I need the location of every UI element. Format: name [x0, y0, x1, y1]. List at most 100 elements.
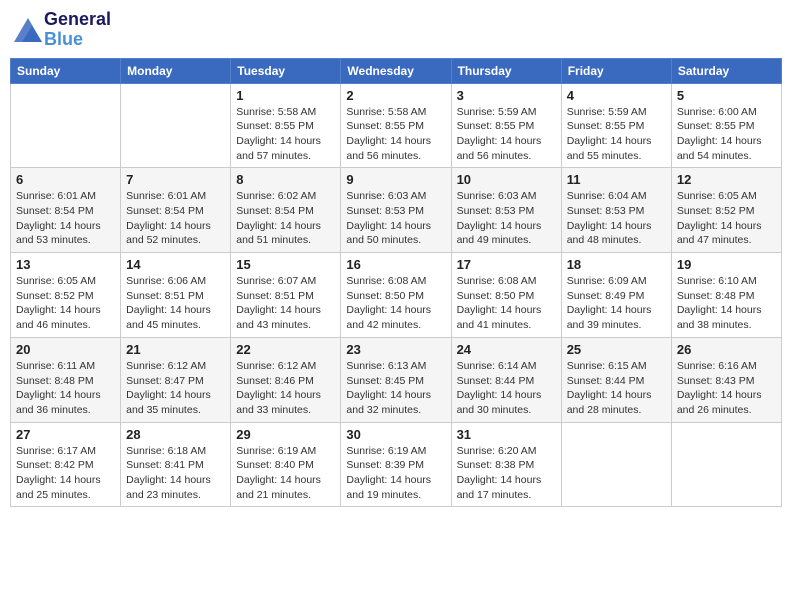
weekday-header-thursday: Thursday [451, 58, 561, 83]
day-number: 11 [567, 172, 666, 187]
day-detail: Sunrise: 6:11 AM Sunset: 8:48 PM Dayligh… [16, 359, 115, 418]
day-detail: Sunrise: 6:16 AM Sunset: 8:43 PM Dayligh… [677, 359, 776, 418]
day-detail: Sunrise: 6:13 AM Sunset: 8:45 PM Dayligh… [346, 359, 445, 418]
day-detail: Sunrise: 6:03 AM Sunset: 8:53 PM Dayligh… [457, 189, 556, 248]
day-number: 3 [457, 88, 556, 103]
calendar-cell: 19 Sunrise: 6:10 AM Sunset: 8:48 PM Dayli… [671, 253, 781, 338]
calendar-cell: 1Sunrise: 5:58 AM Sunset: 8:55 PM Daylig… [231, 83, 341, 168]
calendar-cell: 31Sunrise: 6:20 AM Sunset: 8:38 PM Dayli… [451, 422, 561, 507]
day-number: 7 [126, 172, 225, 187]
weekday-header-wednesday: Wednesday [341, 58, 451, 83]
day-detail: Sunrise: 5:59 AM Sunset: 8:55 PM Dayligh… [567, 105, 666, 164]
calendar-cell: 17 Sunrise: 6:08 AM Sunset: 8:50 PM Dayli… [451, 253, 561, 338]
day-detail: Sunrise: 5:58 AM Sunset: 8:55 PM Dayligh… [346, 105, 445, 164]
day-number: 23 [346, 342, 445, 357]
calendar-cell: 24 Sunrise: 6:14 AM Sunset: 8:44 PM Dayli… [451, 337, 561, 422]
calendar-cell: 22 Sunrise: 6:12 AM Sunset: 8:46 PM Dayli… [231, 337, 341, 422]
day-number: 18 [567, 257, 666, 272]
calendar-cell: 20Sunrise: 6:11 AM Sunset: 8:48 PM Dayli… [11, 337, 121, 422]
calendar-cell: 21 Sunrise: 6:12 AM Sunset: 8:47 PM Dayli… [121, 337, 231, 422]
day-detail: Sunrise: 6:19 AM Sunset: 8:39 PM Dayligh… [346, 444, 445, 503]
page-header: General Blue [10, 10, 782, 50]
day-number: 21 [126, 342, 225, 357]
day-number: 12 [677, 172, 776, 187]
day-detail: Sunrise: 6:01 AM Sunset: 8:54 PM Dayligh… [126, 189, 225, 248]
day-detail: Sunrise: 6:10 AM Sunset: 8:48 PM Dayligh… [677, 274, 776, 333]
day-detail: Sunrise: 5:58 AM Sunset: 8:55 PM Dayligh… [236, 105, 335, 164]
day-number: 25 [567, 342, 666, 357]
calendar-cell: 30 Sunrise: 6:19 AM Sunset: 8:39 PM Dayli… [341, 422, 451, 507]
day-number: 28 [126, 427, 225, 442]
day-detail: Sunrise: 6:05 AM Sunset: 8:52 PM Dayligh… [677, 189, 776, 248]
day-detail: Sunrise: 6:19 AM Sunset: 8:40 PM Dayligh… [236, 444, 335, 503]
day-detail: Sunrise: 5:59 AM Sunset: 8:55 PM Dayligh… [457, 105, 556, 164]
day-number: 5 [677, 88, 776, 103]
day-detail: Sunrise: 6:18 AM Sunset: 8:41 PM Dayligh… [126, 444, 225, 503]
day-number: 24 [457, 342, 556, 357]
calendar-cell: 14 Sunrise: 6:06 AM Sunset: 8:51 PM Dayli… [121, 253, 231, 338]
calendar-cell: 15 Sunrise: 6:07 AM Sunset: 8:51 PM Dayli… [231, 253, 341, 338]
day-number: 4 [567, 88, 666, 103]
calendar-cell: 3 Sunrise: 5:59 AM Sunset: 8:55 PM Daylig… [451, 83, 561, 168]
weekday-header-monday: Monday [121, 58, 231, 83]
day-detail: Sunrise: 6:08 AM Sunset: 8:50 PM Dayligh… [457, 274, 556, 333]
calendar-table: SundayMondayTuesdayWednesdayThursdayFrid… [10, 58, 782, 508]
calendar-cell: 7 Sunrise: 6:01 AM Sunset: 8:54 PM Daylig… [121, 168, 231, 253]
day-number: 22 [236, 342, 335, 357]
calendar-cell [561, 422, 671, 507]
day-detail: Sunrise: 6:03 AM Sunset: 8:53 PM Dayligh… [346, 189, 445, 248]
day-detail: Sunrise: 6:17 AM Sunset: 8:42 PM Dayligh… [16, 444, 115, 503]
calendar-cell: 9 Sunrise: 6:03 AM Sunset: 8:53 PM Daylig… [341, 168, 451, 253]
calendar-cell: 27 Sunrise: 6:17 AM Sunset: 8:42 PM Dayli… [11, 422, 121, 507]
day-detail: Sunrise: 6:00 AM Sunset: 8:55 PM Dayligh… [677, 105, 776, 164]
day-number: 14 [126, 257, 225, 272]
day-detail: Sunrise: 6:04 AM Sunset: 8:53 PM Dayligh… [567, 189, 666, 248]
logo-text: General Blue [44, 10, 111, 50]
calendar-cell [11, 83, 121, 168]
day-detail: Sunrise: 6:14 AM Sunset: 8:44 PM Dayligh… [457, 359, 556, 418]
day-detail: Sunrise: 6:15 AM Sunset: 8:44 PM Dayligh… [567, 359, 666, 418]
day-detail: Sunrise: 6:01 AM Sunset: 8:54 PM Dayligh… [16, 189, 115, 248]
calendar-cell: 13Sunrise: 6:05 AM Sunset: 8:52 PM Dayli… [11, 253, 121, 338]
day-detail: Sunrise: 6:12 AM Sunset: 8:47 PM Dayligh… [126, 359, 225, 418]
day-detail: Sunrise: 6:12 AM Sunset: 8:46 PM Dayligh… [236, 359, 335, 418]
calendar-cell: 8Sunrise: 6:02 AM Sunset: 8:54 PM Daylig… [231, 168, 341, 253]
logo: General Blue [14, 10, 111, 50]
day-number: 30 [346, 427, 445, 442]
day-detail: Sunrise: 6:08 AM Sunset: 8:50 PM Dayligh… [346, 274, 445, 333]
day-detail: Sunrise: 6:09 AM Sunset: 8:49 PM Dayligh… [567, 274, 666, 333]
day-number: 8 [236, 172, 335, 187]
day-number: 6 [16, 172, 115, 187]
calendar-cell: 23 Sunrise: 6:13 AM Sunset: 8:45 PM Dayli… [341, 337, 451, 422]
day-detail: Sunrise: 6:07 AM Sunset: 8:51 PM Dayligh… [236, 274, 335, 333]
day-number: 29 [236, 427, 335, 442]
day-number: 2 [346, 88, 445, 103]
day-number: 26 [677, 342, 776, 357]
day-number: 16 [346, 257, 445, 272]
day-detail: Sunrise: 6:06 AM Sunset: 8:51 PM Dayligh… [126, 274, 225, 333]
weekday-header-tuesday: Tuesday [231, 58, 341, 83]
calendar-cell: 18 Sunrise: 6:09 AM Sunset: 8:49 PM Dayli… [561, 253, 671, 338]
calendar-cell: 16 Sunrise: 6:08 AM Sunset: 8:50 PM Dayli… [341, 253, 451, 338]
day-number: 15 [236, 257, 335, 272]
logo-icon [14, 18, 42, 42]
day-number: 17 [457, 257, 556, 272]
day-number: 27 [16, 427, 115, 442]
calendar-cell: 5 Sunrise: 6:00 AM Sunset: 8:55 PM Daylig… [671, 83, 781, 168]
day-number: 9 [346, 172, 445, 187]
calendar-cell: 26 Sunrise: 6:16 AM Sunset: 8:43 PM Dayli… [671, 337, 781, 422]
calendar-cell: 25 Sunrise: 6:15 AM Sunset: 8:44 PM Dayli… [561, 337, 671, 422]
calendar-cell: 28 Sunrise: 6:18 AM Sunset: 8:41 PM Dayli… [121, 422, 231, 507]
calendar-cell [121, 83, 231, 168]
calendar-cell: 12 Sunrise: 6:05 AM Sunset: 8:52 PM Dayli… [671, 168, 781, 253]
calendar-cell: 2 Sunrise: 5:58 AM Sunset: 8:55 PM Daylig… [341, 83, 451, 168]
day-number: 13 [16, 257, 115, 272]
day-number: 31 [457, 427, 556, 442]
weekday-header-sunday: Sunday [11, 58, 121, 83]
weekday-header-saturday: Saturday [671, 58, 781, 83]
calendar-cell: 29 Sunrise: 6:19 AM Sunset: 8:40 PM Dayli… [231, 422, 341, 507]
weekday-header-friday: Friday [561, 58, 671, 83]
calendar-cell: 4 Sunrise: 5:59 AM Sunset: 8:55 PM Daylig… [561, 83, 671, 168]
day-number: 19 [677, 257, 776, 272]
calendar-cell: 11 Sunrise: 6:04 AM Sunset: 8:53 PM Dayli… [561, 168, 671, 253]
